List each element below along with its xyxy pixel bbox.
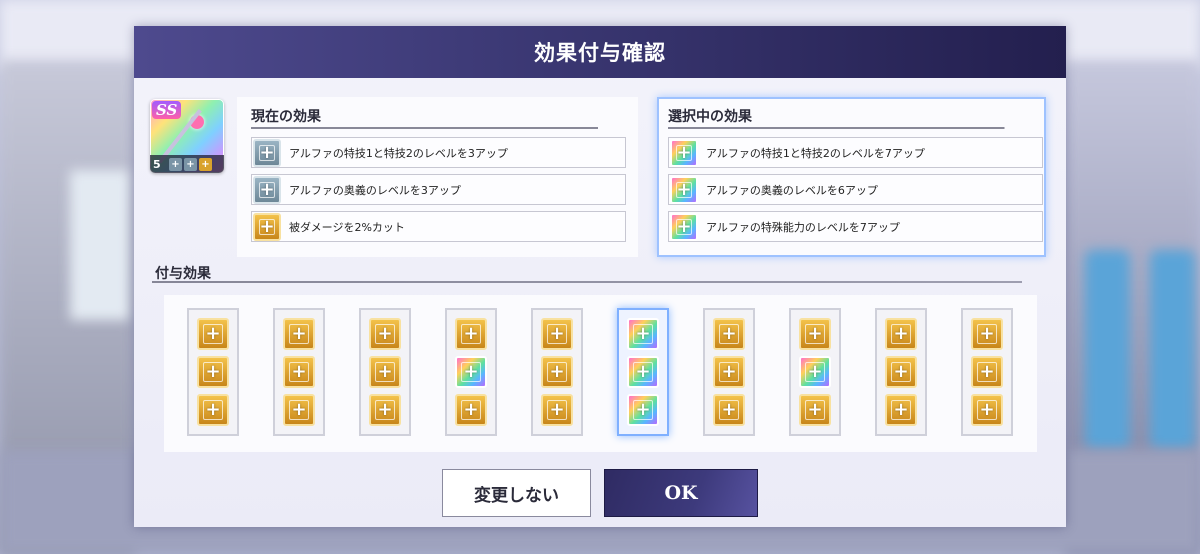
effect-text: アルファの特技1と特技2のレベルを3アップ xyxy=(289,146,508,160)
effect-text: 被ダメージを2%カット xyxy=(289,220,405,234)
granted-effects-area: + + + + + + + + + + + + + + + + + + + + + + + + + + + + + + xyxy=(164,295,1037,452)
rank-badge: SS xyxy=(152,101,182,119)
effect-slot-10[interactable]: + + + xyxy=(961,308,1013,436)
granted-effects-title: 付与効果 xyxy=(155,266,211,282)
effect-row: + アルファの特技1と特技2のレベルを7アップ xyxy=(668,137,1043,168)
plus-gold-icon: + xyxy=(283,394,315,426)
effect-slot-1[interactable]: + + + xyxy=(187,308,239,436)
plus-rainbow-icon: + xyxy=(627,356,659,388)
plus-gold-icon: + xyxy=(197,318,229,350)
plus-gold-icon: + xyxy=(197,394,229,426)
no-change-button[interactable]: 変更しない xyxy=(442,469,591,517)
equipment-info-bar: 5 + + + xyxy=(150,155,224,173)
divider xyxy=(251,127,628,129)
plus-rainbow-icon: + xyxy=(670,175,698,204)
effect-text: アルファの特技1と特技2のレベルを7アップ xyxy=(706,146,925,160)
current-effects-title: 現在の効果 xyxy=(251,109,321,125)
selected-effects-title: 選択中の効果 xyxy=(668,109,752,125)
plus-rainbow-icon: + xyxy=(455,356,487,388)
effect-row: + 被ダメージを2%カット xyxy=(251,211,626,242)
dialog-title: 効果付与確認 xyxy=(134,26,1066,78)
selected-effects-list: + アルファの特技1と特技2のレベルを7アップ + アルファの奥義のレベルを6アップ +… xyxy=(668,137,1043,242)
plus-gold-icon: + xyxy=(283,356,315,388)
effect-row: + アルファの奥義のレベルを3アップ xyxy=(251,174,626,205)
divider xyxy=(152,281,1022,283)
plus-gold-icon: + xyxy=(799,394,831,426)
plus-gold-icon: + xyxy=(971,394,1003,426)
plus-gold-icon: + xyxy=(885,394,917,426)
plus-gold-icon: + xyxy=(885,318,917,350)
plus-rainbow-icon: + xyxy=(670,138,698,167)
plus-gold-mini-icon: + xyxy=(199,157,212,171)
plus-gold-icon: + xyxy=(369,356,401,388)
plus-gold-icon: + xyxy=(541,394,573,426)
plus-gold-icon: + xyxy=(455,394,487,426)
equipment-icon: SS 5 + + + xyxy=(150,99,224,173)
plus-gold-icon: + xyxy=(713,356,745,388)
effect-slot-3[interactable]: + + + xyxy=(359,308,411,436)
plus-gold-icon: + xyxy=(541,318,573,350)
plus-rainbow-icon: + xyxy=(799,356,831,388)
plus-gold-icon: + xyxy=(799,318,831,350)
plus-gold-icon: + xyxy=(197,356,229,388)
equipment-level: 5 xyxy=(153,157,161,171)
plus-gold-icon: + xyxy=(971,318,1003,350)
effect-text: アルファの特殊能力のレベルを7アップ xyxy=(706,220,900,234)
plus-gold-icon: + xyxy=(885,356,917,388)
plus-gold-icon: + xyxy=(541,356,573,388)
effect-slot-6[interactable]: + + + xyxy=(617,308,669,436)
plus-gold-icon: + xyxy=(713,394,745,426)
plus-silver-mini-icon: + xyxy=(184,157,197,171)
plus-gold-icon: + xyxy=(455,318,487,350)
current-effects-list: + アルファの特技1と特技2のレベルを3アップ + アルファの奥義のレベルを3アップ +… xyxy=(251,137,628,242)
effect-row: + アルファの特殊能力のレベルを7アップ xyxy=(668,211,1043,242)
plus-gold-icon: + xyxy=(713,318,745,350)
ok-button[interactable]: OK xyxy=(604,469,758,517)
effect-text: アルファの奥義のレベルを6アップ xyxy=(706,183,878,197)
effect-slot-7[interactable]: + + + xyxy=(703,308,755,436)
plus-silver-icon: + xyxy=(253,138,281,167)
effect-slot-9[interactable]: + + + xyxy=(875,308,927,436)
effect-row: + アルファの奥義のレベルを6アップ xyxy=(668,174,1043,205)
effect-confirm-dialog: 効果付与確認 SS 5 + + + 現在の効果 + アルファの特技1と特技2のレベ… xyxy=(134,26,1066,527)
effect-slot-8[interactable]: + + + xyxy=(789,308,841,436)
effect-slot-5[interactable]: + + + xyxy=(531,308,583,436)
plus-rainbow-icon: + xyxy=(627,318,659,350)
plus-gold-icon: + xyxy=(971,356,1003,388)
divider xyxy=(668,127,1034,129)
selected-effects-panel: 選択中の効果 + アルファの特技1と特技2のレベルを7アップ + アルファの奥義のレベ… xyxy=(657,97,1046,257)
effect-text: アルファの奥義のレベルを3アップ xyxy=(289,183,461,197)
plus-gold-icon: + xyxy=(369,394,401,426)
plus-gold-icon: + xyxy=(283,318,315,350)
effect-slot-4[interactable]: + + + xyxy=(445,308,497,436)
effect-row: + アルファの特技1と特技2のレベルを3アップ xyxy=(251,137,626,168)
plus-silver-mini-icon: + xyxy=(169,157,182,171)
effect-slot-2[interactable]: + + + xyxy=(273,308,325,436)
plus-rainbow-icon: + xyxy=(670,212,698,241)
plus-rainbow-icon: + xyxy=(627,394,659,426)
plus-gold-icon: + xyxy=(369,318,401,350)
current-effects-panel: 現在の効果 + アルファの特技1と特技2のレベルを3アップ + アルファの奥義のレベル… xyxy=(237,97,638,257)
plus-silver-icon: + xyxy=(253,175,281,204)
plus-gold-icon: + xyxy=(253,212,281,241)
